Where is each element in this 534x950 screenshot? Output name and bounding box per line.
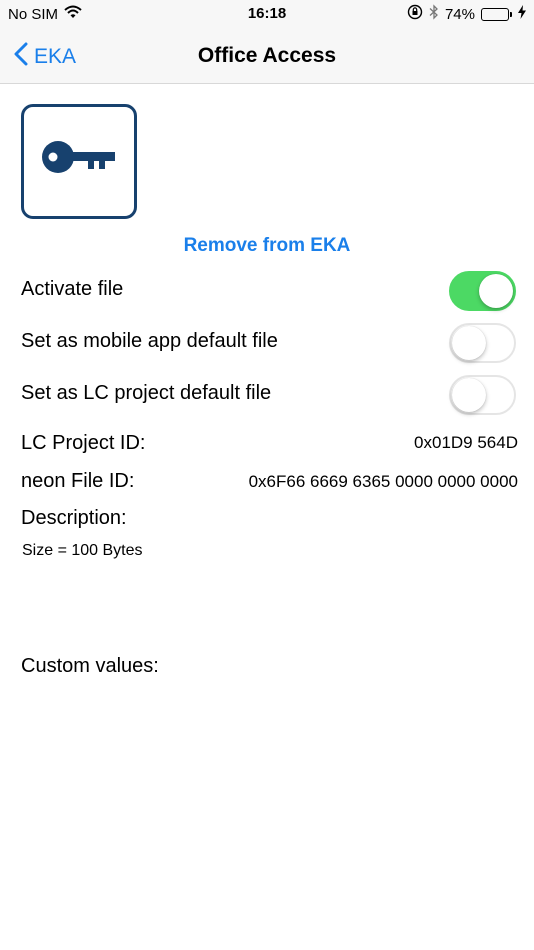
remove-from-eka-button[interactable]: Remove from EKA <box>0 235 534 257</box>
screen: No SIM 16:18 74% EKA Office Access Remov… <box>0 0 534 950</box>
neon-file-id-label: neon File ID: <box>21 470 135 492</box>
status-bar: No SIM 16:18 74% <box>0 0 534 30</box>
description-value: Size = 100 Bytes <box>22 542 143 559</box>
key-icon <box>41 139 117 184</box>
custom-values-label: Custom values: <box>21 655 159 677</box>
navigation-bar: EKA Office Access <box>0 30 534 84</box>
page-title: Office Access <box>197 44 337 67</box>
activate-file-toggle[interactable] <box>449 271 516 311</box>
status-right: 74% <box>407 4 526 24</box>
orientation-lock-icon <box>407 4 423 24</box>
battery-percent: 74% <box>444 5 475 23</box>
activate-file-label: Activate file <box>21 278 124 300</box>
toggle-knob <box>452 326 486 360</box>
lc-project-id-label: LC Project ID: <box>21 432 146 454</box>
toggle-knob <box>452 378 486 412</box>
lc-project-default-toggle[interactable] <box>449 375 516 415</box>
lc-project-id-value: 0x01D9 564D <box>414 433 518 452</box>
file-icon-tile <box>21 104 137 219</box>
bluetooth-icon <box>429 4 439 24</box>
toggle-knob <box>479 274 513 308</box>
neon-file-id-value: 0x6F66 6669 6365 0000 0000 0000 <box>248 472 518 491</box>
mobile-default-toggle[interactable] <box>449 323 516 363</box>
description-label: Description: <box>21 507 127 529</box>
lc-project-default-label: Set as LC project default file <box>21 382 272 404</box>
charging-bolt-icon <box>518 5 526 23</box>
mobile-default-label: Set as mobile app default file <box>21 330 278 352</box>
battery-icon <box>481 7 512 21</box>
